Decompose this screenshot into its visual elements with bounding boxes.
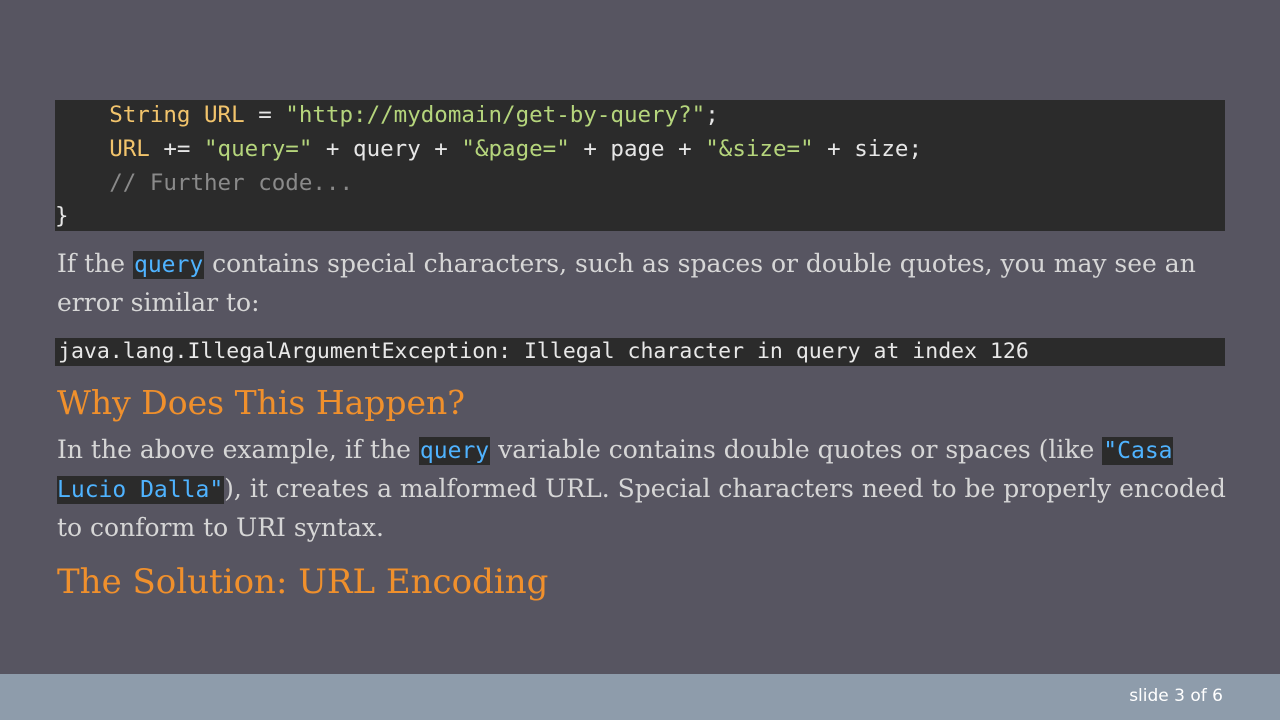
code-brace: } xyxy=(55,203,69,229)
code-type: String xyxy=(109,102,191,128)
slide-counter: slide 3 of 6 xyxy=(1129,686,1223,706)
code-var: URL xyxy=(109,136,150,162)
para2-after: ), it creates a malformed URL. Special c… xyxy=(57,474,1226,542)
code-line-1: String URL = "http://mydomain/get-by-que… xyxy=(55,100,719,130)
code-line-4: } xyxy=(55,201,69,231)
code-string: "query=" xyxy=(204,136,313,162)
code-var: URL xyxy=(204,102,245,128)
error-code-block: java.lang.IllegalArgumentException: Ille… xyxy=(55,338,1225,366)
code-block: String URL = "http://mydomain/get-by-que… xyxy=(55,100,1225,231)
code-op: + page + xyxy=(569,136,706,162)
code-op: += xyxy=(149,136,205,162)
para2-before: In the above example, if the xyxy=(57,435,419,464)
inline-code-query: query xyxy=(418,437,491,465)
code-op: + size; xyxy=(813,136,922,162)
code-string: "http://mydomain/get-by-query?" xyxy=(285,102,706,128)
para2-middle: variable contains double quotes or space… xyxy=(490,435,1103,464)
paragraph-2: In the above example, if the query varia… xyxy=(57,431,1232,546)
code-comment: // Further code... xyxy=(109,170,354,196)
code-op: + query + xyxy=(312,136,462,162)
code-eq: = xyxy=(244,102,286,128)
code-string: "&size=" xyxy=(705,136,814,162)
code-line-2: URL += "query=" + query + "&page=" + pag… xyxy=(55,134,922,164)
inline-code-query: query xyxy=(132,251,205,279)
slide: String URL = "http://mydomain/get-by-que… xyxy=(0,0,1280,674)
code-string: "&page=" xyxy=(461,136,570,162)
slide-footer: slide 3 of 6 xyxy=(0,674,1280,720)
code-line-3: // Further code... xyxy=(55,168,353,198)
paragraph-1: If the query contains special characters… xyxy=(57,245,1232,321)
code-end: ; xyxy=(705,102,719,128)
heading-why: Why Does This Happen? xyxy=(57,383,466,422)
para1-after: contains special characters, such as spa… xyxy=(57,249,1196,317)
heading-solution: The Solution: URL Encoding xyxy=(57,562,549,602)
para1-before: If the xyxy=(57,249,133,278)
